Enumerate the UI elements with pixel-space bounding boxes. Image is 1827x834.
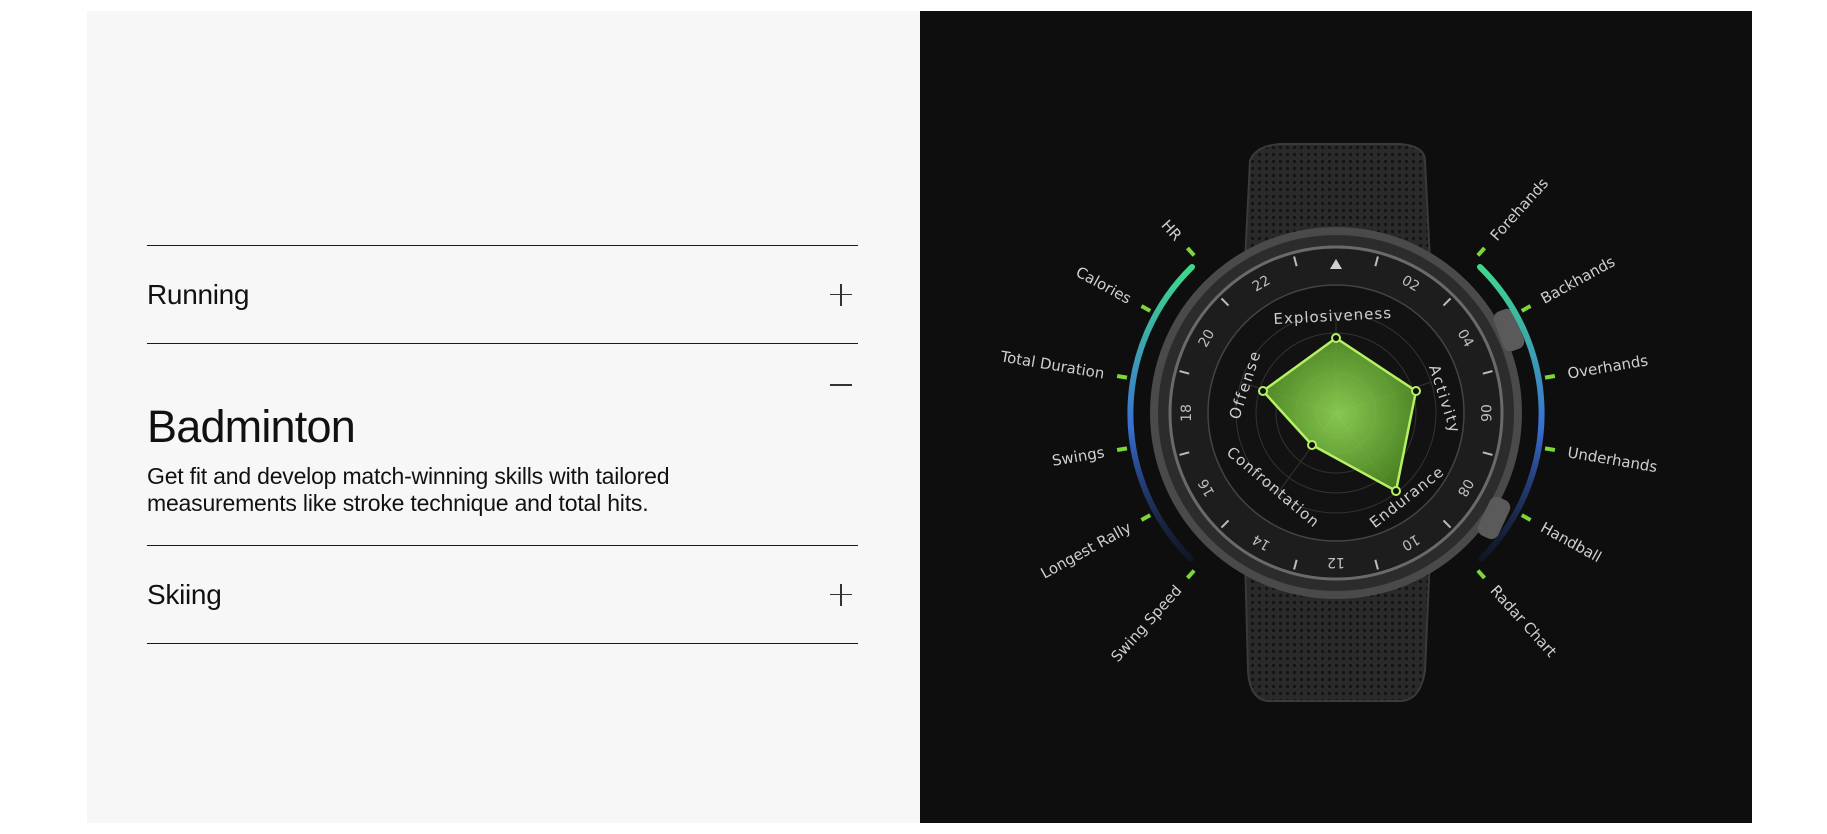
left-metric-label: Swing Speed [1107,582,1185,666]
radar-point [1411,386,1421,396]
accordion-header-badminton[interactable]: Badminton [147,344,858,453]
bezel-number: 12 [1327,554,1345,570]
left-metric-label: Total Duration [998,347,1105,382]
right-metric-tick [1476,569,1487,580]
minus-icon[interactable] [830,374,852,396]
right-metric-label: Underhands [1566,443,1659,476]
radar-point [1307,440,1317,450]
left-metric-label: Longest Rally [1038,518,1135,582]
right-metric-tick [1544,446,1556,452]
badminton-description-line1: Get fit and develop match-winning skills… [147,463,670,489]
sports-accordion: Running Badminton Get fit and develop ma… [147,245,858,644]
accordion-item-running[interactable]: Running [147,245,858,343]
watch-illustration: 0204060810121416182022 Explosiveness Act… [998,143,1659,702]
right-metric-tick [1520,513,1532,522]
right-metric-tick [1520,304,1532,313]
accordion-header-running[interactable]: Running [147,246,858,343]
accordion-title-badminton: Badminton [147,401,356,452]
accordion-body-badminton: Get fit and develop match-winning skills… [147,453,707,545]
left-metric-tick [1116,446,1128,452]
bezel-number: 18 [1179,404,1195,422]
accordion-item-badminton[interactable]: Badminton Get fit and develop match-winn… [147,343,858,545]
accordion-header-skiing[interactable]: Skiing [147,546,858,643]
radar-point [1331,333,1341,343]
right-metric-label: Backhands [1538,252,1619,307]
left-panel: Running Badminton Get fit and develop ma… [87,11,920,823]
accordion-title-skiing: Skiing [147,578,222,610]
accordion-title-running: Running [147,278,250,310]
right-metric-label: Forehands [1487,174,1553,244]
plus-icon[interactable] [830,283,852,306]
left-metric-label: Calories [1073,263,1135,308]
right-metric-label: Handball [1538,518,1605,566]
accordion-item-skiing[interactable]: Skiing [147,545,858,644]
left-metric-label: HR [1158,216,1186,244]
left-metric-tick [1140,304,1152,313]
watch-showcase-panel: 02 04 06 08 10 12 14 16 18 20 22 Explosiveness Act… [920,11,1752,823]
left-metric-label: Swings [1051,443,1106,470]
radar-point [1258,386,1268,396]
right-metric-tick [1544,374,1556,380]
left-metric-tick [1185,569,1196,580]
badminton-description-line2: measurements like stroke technique and t… [147,490,649,516]
left-metric-tick [1116,374,1128,380]
right-metric-label: Overhands [1566,351,1649,382]
left-metric-tick [1185,246,1196,257]
bezel-number: 06 [1477,404,1493,422]
right-metric-tick [1476,246,1487,257]
right-metric-label: Radar Chart [1487,582,1561,661]
left-metric-tick [1140,513,1152,522]
plus-icon[interactable] [830,583,852,606]
